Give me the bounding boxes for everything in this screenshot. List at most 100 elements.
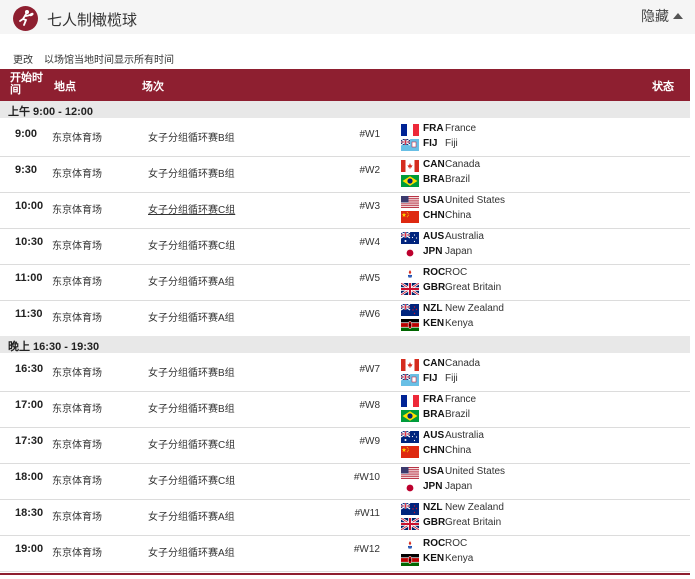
match-event: 女子分组循环赛C组 [148, 241, 236, 252]
team2-code: BRA [423, 409, 445, 420]
hide-label: 隐藏 [641, 8, 669, 24]
team1-code: USA [423, 195, 445, 206]
team2-name: Fiji [445, 138, 458, 149]
team2-code: JPN [423, 246, 443, 257]
match-venue: 东京体育场 [52, 404, 102, 415]
gbr-flag-icon [401, 518, 419, 530]
team1-name: ROC [445, 267, 468, 278]
team2-code: BRA [423, 174, 445, 185]
caret-up-icon [673, 13, 683, 19]
hide-button[interactable]: 隐藏 [641, 6, 683, 26]
match-time: 11:00 [15, 272, 43, 284]
match-time: 16:30 [15, 363, 44, 375]
team1-code: CAN [423, 159, 445, 170]
team1-name: Australia [445, 430, 484, 441]
match-time: 9:30 [15, 164, 38, 176]
match-venue: 东京体育场 [52, 241, 102, 252]
nzl-flag-icon [401, 304, 419, 316]
match-venue: 东京体育场 [52, 368, 102, 379]
team2-name: Japan [445, 481, 473, 492]
chn-flag-icon [401, 211, 419, 223]
team2-code: KEN [423, 318, 445, 329]
team1-name: France [445, 394, 477, 405]
usa-flag-icon [401, 196, 419, 208]
roc-flag-icon [401, 268, 419, 280]
team2-name: Great Britain [445, 517, 502, 528]
table-row[interactable]: 11:30 东京体育场 女子分组循环赛A组 #W6 NZL New Zealan… [0, 300, 690, 337]
team1-name: France [445, 123, 477, 134]
table-row[interactable]: 9:30 东京体育场 女子分组循环赛B组 #W2 CAN Canada BRA … [0, 156, 690, 193]
usa-flag-icon [401, 467, 419, 479]
table-row[interactable]: 11:00 东京体育场 女子分组循环赛A组 #W5 ROC ROC GBR Gr… [0, 264, 690, 301]
team1-code: ROC [423, 538, 446, 549]
team1-name: New Zealand [445, 502, 504, 513]
ken-flag-icon [401, 554, 419, 566]
session-label: 晚上 16:30 - 19:30 [8, 341, 100, 353]
match-venue: 东京体育场 [52, 476, 102, 487]
match-event: 女子分组循环赛B组 [148, 368, 235, 379]
table-row[interactable]: 9:00 东京体育场 女子分组循环赛B组 #W1 FRA France FIJ … [0, 120, 690, 157]
match-venue: 东京体育场 [52, 133, 102, 144]
table-row[interactable]: 19:00 东京体育场 女子分组循环赛A组 #W12 ROC ROC KEN K… [0, 535, 690, 572]
team1-code: NZL [423, 303, 443, 314]
aus-flag-icon [401, 431, 419, 443]
team2-name: Brazil [445, 409, 471, 420]
match-code: #W11 [354, 508, 380, 519]
table-row[interactable]: 18:30 东京体育场 女子分组循环赛A组 #W11 NZL New Zeala… [0, 499, 690, 536]
column-header-event: 场次 [142, 81, 164, 93]
roc-flag-icon [401, 539, 419, 551]
table-row[interactable]: 10:00 东京体育场 女子分组循环赛C组 #W3 USA United Sta… [0, 192, 690, 229]
team2-code: KEN [423, 553, 445, 564]
team2-code: CHN [423, 445, 445, 456]
session-label: 上午 9:00 - 12:00 [8, 106, 93, 118]
match-time: 18:30 [15, 507, 44, 519]
team2-code: CHN [423, 210, 445, 221]
match-event: 女子分组循环赛A组 [148, 512, 235, 523]
team1-name: Australia [445, 231, 484, 242]
match-event: 女子分组循环赛A组 [148, 313, 235, 324]
team2-code: FIJ [423, 138, 438, 149]
table-row[interactable]: 17:30 东京体育场 女子分组循环赛C组 #W9 AUS Australia … [0, 427, 690, 464]
ken-flag-icon [401, 319, 419, 331]
change-timezone-link[interactable]: 更改 [13, 51, 33, 66]
match-event: 女子分组循环赛A组 [148, 277, 235, 288]
match-time: 9:00 [15, 128, 38, 140]
match-event[interactable]: 女子分组循环赛C组 [148, 201, 235, 216]
team2-name: Kenya [445, 553, 474, 564]
team2-code: FIJ [423, 373, 438, 384]
team2-name: Kenya [445, 318, 474, 329]
match-code: #W12 [353, 544, 380, 555]
match-event: 女子分组循环赛B组 [148, 169, 235, 180]
rugby-player-icon [13, 6, 38, 31]
team1-name: Canada [445, 358, 481, 369]
table-bottom-border [0, 573, 690, 575]
match-venue: 东京体育场 [52, 440, 102, 451]
team1-name: ROC [445, 538, 468, 549]
can-flag-icon [401, 160, 419, 172]
column-header-time: 开始时间 [10, 72, 43, 96]
team1-name: Canada [445, 159, 481, 170]
team2-name: Great Britain [445, 282, 502, 293]
timezone-bar: 更改 以场馆当地时间显示所有时间 [0, 49, 695, 66]
bra-flag-icon [401, 175, 419, 187]
table-row[interactable]: 16:30 东京体育场 女子分组循环赛B组 #W7 CAN Canada FIJ… [0, 355, 690, 392]
team2-name: Brazil [445, 174, 471, 185]
fij-flag-icon [401, 374, 419, 386]
match-event: 女子分组循环赛B组 [148, 404, 235, 415]
match-venue: 东京体育场 [52, 277, 102, 288]
top-bar: 七人制橄榄球 隐藏 [0, 0, 695, 34]
match-venue: 东京体育场 [52, 313, 102, 324]
match-venue: 东京体育场 [52, 548, 102, 559]
table-row[interactable]: 18:00 东京体育场 女子分组循环赛C组 #W10 USA United St… [0, 463, 690, 500]
team1-name: United States [445, 466, 506, 477]
match-venue: 东京体育场 [52, 512, 102, 523]
fra-flag-icon [401, 124, 419, 136]
table-row[interactable]: 17:00 东京体育场 女子分组循环赛B组 #W8 FRA France BRA… [0, 391, 690, 428]
table-row[interactable]: 10:30 东京体育场 女子分组循环赛C组 #W4 AUS Australia … [0, 228, 690, 265]
team2-code: JPN [423, 481, 443, 492]
match-code: #W7 [359, 364, 380, 375]
team1-code: AUS [423, 231, 445, 242]
team1-code: NZL [423, 502, 443, 513]
match-time: 17:00 [15, 399, 44, 411]
team2-code: GBR [423, 282, 446, 293]
